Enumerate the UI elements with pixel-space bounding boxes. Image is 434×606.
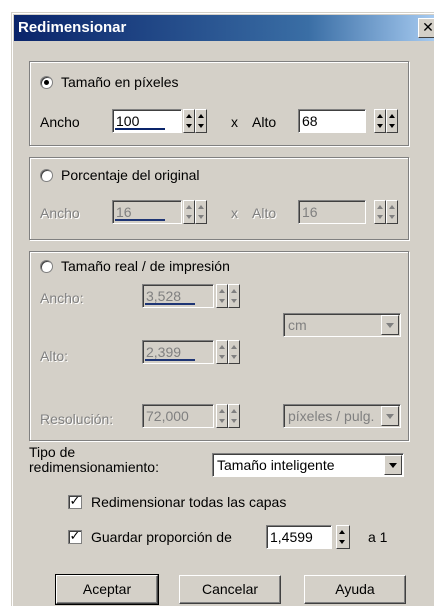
spin-up-down-icon[interactable] xyxy=(183,200,195,224)
percent-height-label: Alto xyxy=(252,205,277,221)
input-underline xyxy=(115,219,165,221)
spin-up-down-icon[interactable] xyxy=(374,200,386,224)
title-bar[interactable]: Redimensionar ✕ xyxy=(14,15,434,41)
resolution-input[interactable]: 72,000 xyxy=(142,404,214,428)
percent-size-radio[interactable] xyxy=(40,168,53,182)
ok-button[interactable]: Aceptar xyxy=(55,574,159,605)
print-height-input[interactable]: 2,399 xyxy=(142,340,214,364)
percent-width-label: Ancho xyxy=(40,205,80,221)
pixel-size-radio-row[interactable]: Tamaño en píxeles xyxy=(40,74,179,90)
spin-slider-icon[interactable] xyxy=(386,109,398,133)
spin-slider-icon[interactable] xyxy=(386,200,398,224)
percent-times-label: x xyxy=(231,205,238,221)
spin-slider-icon[interactable] xyxy=(228,404,240,428)
resample-label: Tipo de redimensionamiento: xyxy=(29,444,159,475)
percent-width-spinner[interactable] xyxy=(183,200,207,224)
pixel-width-spinner[interactable] xyxy=(183,109,207,133)
chevron-down-icon[interactable] xyxy=(381,406,399,426)
resolution-unit-select[interactable]: píxeles / pulg. xyxy=(283,404,401,428)
keep-ratio-checkbox[interactable]: ✓ xyxy=(68,530,82,544)
pixel-size-group: Tamaño en píxeles Ancho 100 x Alto 68 xyxy=(29,61,409,146)
percent-size-radio-row[interactable]: Porcentaje del original xyxy=(40,167,200,183)
pixel-size-label: Tamaño en píxeles xyxy=(61,74,179,90)
pixel-size-radio[interactable] xyxy=(40,75,53,89)
ratio-spinner[interactable] xyxy=(336,525,350,549)
close-icon[interactable]: ✕ xyxy=(418,18,434,38)
pixel-times-label: x xyxy=(231,114,238,130)
spin-slider-icon[interactable] xyxy=(195,200,207,224)
keep-ratio-row[interactable]: ✓ Guardar proporción de xyxy=(68,529,232,545)
print-height-spinner[interactable] xyxy=(216,340,240,364)
input-underline xyxy=(115,128,165,130)
spin-up-down-icon[interactable] xyxy=(216,340,228,364)
print-size-label: Tamaño real / de impresión xyxy=(61,258,230,274)
spin-slider-icon[interactable] xyxy=(228,284,240,308)
percent-size-label: Porcentaje del original xyxy=(61,167,200,183)
pixel-height-label: Alto xyxy=(252,114,277,130)
pixel-height-input[interactable]: 68 xyxy=(298,109,366,133)
help-button[interactable]: Ayuda xyxy=(304,575,406,604)
print-width-input[interactable]: 3,528 xyxy=(142,284,214,308)
resize-all-layers-row[interactable]: ✓ Redimensionar todas las capas xyxy=(68,494,286,510)
resize-all-layers-checkbox[interactable]: ✓ xyxy=(68,495,82,509)
chevron-down-icon[interactable] xyxy=(381,315,399,335)
spin-up-down-icon[interactable] xyxy=(183,109,195,133)
pixel-width-input[interactable]: 100 xyxy=(112,109,182,133)
spin-slider-icon[interactable] xyxy=(195,109,207,133)
resolution-label: Resolución: xyxy=(40,411,114,427)
percent-height-input[interactable]: 16 xyxy=(298,200,366,224)
spin-up-down-icon[interactable] xyxy=(216,284,228,308)
resize-all-layers-label: Redimensionar todas las capas xyxy=(91,494,287,510)
percent-width-input[interactable]: 16 xyxy=(112,200,182,224)
percent-size-group: Porcentaje del original Ancho 16 x Alto … xyxy=(29,157,409,240)
cancel-button[interactable]: Cancelar xyxy=(179,575,281,604)
chevron-down-icon[interactable] xyxy=(384,455,402,475)
print-height-label: Alto: xyxy=(40,348,69,364)
pixel-height-spinner[interactable] xyxy=(374,109,398,133)
percent-height-spinner[interactable] xyxy=(374,200,398,224)
pixel-width-label: Ancho xyxy=(40,114,80,130)
ratio-suffix: a 1 xyxy=(368,529,388,545)
input-underline xyxy=(145,303,195,305)
print-size-radio[interactable] xyxy=(40,259,53,273)
spin-slider-icon[interactable] xyxy=(228,340,240,364)
keep-ratio-label: Guardar proporción de xyxy=(91,529,232,545)
resize-dialog: Redimensionar ✕ Tamaño en píxeles Ancho … xyxy=(11,12,434,606)
resample-type-select[interactable]: Tamaño inteligente xyxy=(212,453,404,477)
ratio-input[interactable]: 1,4599 xyxy=(266,525,332,549)
print-unit-select[interactable]: cm xyxy=(283,313,401,337)
print-width-label: Ancho: xyxy=(40,290,84,306)
print-width-spinner[interactable] xyxy=(216,284,240,308)
resolution-spinner[interactable] xyxy=(216,404,240,428)
print-size-radio-row[interactable]: Tamaño real / de impresión xyxy=(40,258,230,274)
spin-up-down-icon[interactable] xyxy=(374,109,386,133)
spin-up-down-icon[interactable] xyxy=(216,404,228,428)
input-underline xyxy=(145,359,195,361)
spin-up-down-icon[interactable] xyxy=(336,525,350,549)
print-size-group: Tamaño real / de impresión Ancho: 3,528 … xyxy=(29,251,409,441)
dialog-title: Redimensionar xyxy=(18,19,127,36)
